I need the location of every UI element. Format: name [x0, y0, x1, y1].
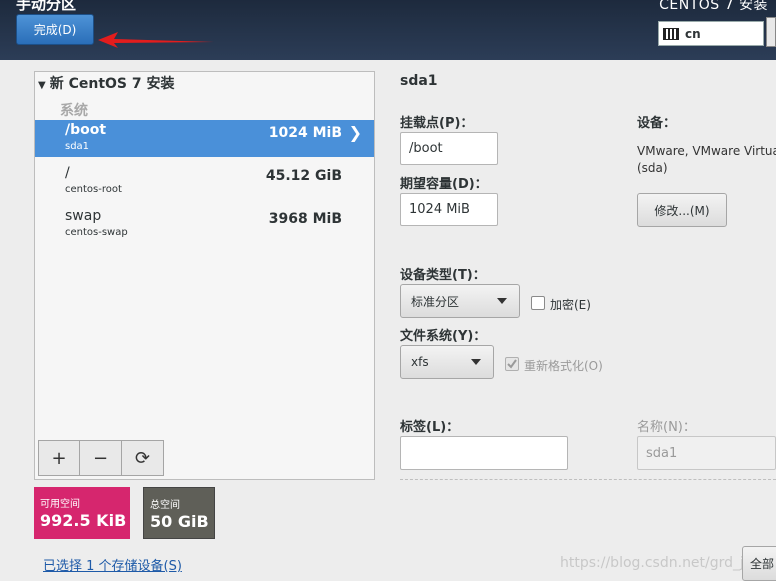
encrypt-checkbox[interactable] [531, 296, 545, 310]
watermark-text: https://blog.csdn.net/grd_java [560, 555, 770, 571]
device-name: VMware, VMware Virtua [637, 144, 776, 158]
remove-partition-button[interactable]: − [80, 440, 122, 476]
device-label: 设备： [637, 116, 677, 131]
reformat-label: 重新格式化(O) [524, 359, 603, 373]
tag-input[interactable] [400, 436, 568, 470]
reset-all-button[interactable]: 全部 [742, 546, 776, 581]
keyboard-layout-label: cn [685, 26, 701, 41]
dropdown-caret-icon [471, 359, 481, 365]
divider [400, 479, 776, 480]
partition-row-root[interactable]: / centos-root 45.12 GiB [35, 163, 374, 200]
mount-point-input[interactable]: /boot [400, 132, 498, 165]
partition-device: centos-root [65, 184, 122, 195]
partition-size: 3968 MiB [268, 211, 342, 227]
partition-toolbar: + − ⟳ [38, 440, 164, 476]
expander-triangle-icon[interactable]: ▼ [38, 80, 46, 91]
partition-mount: / [65, 165, 70, 181]
partition-size: 45.12 GiB [265, 168, 342, 184]
reformat-checkbox[interactable] [505, 357, 519, 371]
partition-mount: swap [65, 208, 102, 224]
partition-row-swap[interactable]: swap centos-swap 3968 MiB [35, 206, 374, 243]
total-space-label: 总空间 [150, 500, 180, 511]
total-space-value: 50 GiB [150, 512, 209, 531]
device-id: (sda) [637, 161, 668, 175]
add-partition-button[interactable]: + [38, 440, 80, 476]
partition-row-boot[interactable]: /boot sda1 1024 MiB ❯ [35, 120, 374, 157]
page-title: 手动分区 [16, 0, 77, 13]
chevron-right-icon: ❯ [348, 123, 362, 142]
capacity-input[interactable]: 1024 MiB [400, 193, 498, 226]
device-type-value: 标准分区 [411, 294, 460, 309]
device-type-select[interactable]: 标准分区 [400, 284, 520, 318]
annotation-arrow-icon [98, 32, 214, 48]
tree-root[interactable]: ▼ 新 CentOS 7 安装 [38, 73, 174, 93]
device-type-label: 设备类型(T)： [400, 268, 486, 283]
partition-device: centos-swap [65, 227, 128, 238]
keyboard-layout-indicator[interactable]: cn [658, 21, 764, 46]
tree-root-label: 新 CentOS 7 安装 [49, 76, 175, 92]
dropdown-caret-icon [497, 298, 507, 304]
done-button[interactable]: 完成(D) [16, 14, 94, 45]
encrypt-label: 加密(E) [550, 298, 591, 312]
keyboard-icon [663, 27, 679, 40]
device-description: VMware, VMware Virtua (sda) [637, 143, 776, 177]
modify-button[interactable]: 修改...(M) [637, 193, 727, 227]
product-title: CENTOS 7 安装 [659, 0, 768, 13]
mount-point-label: 挂载点(P)： [400, 116, 474, 131]
available-space-badge: 可用空间 992.5 KiB [34, 487, 130, 539]
filesystem-label: 文件系统(Y)： [400, 329, 487, 344]
tree-group-label: 系统 [60, 103, 88, 119]
header-bar: 手动分区 CENTOS 7 安装 完成(D) cn [0, 0, 776, 60]
help-button-edge[interactable] [766, 17, 776, 47]
details-title: sda1 [400, 73, 438, 89]
capacity-label: 期望容量(D)： [400, 177, 488, 192]
available-space-label: 可用空间 [40, 499, 80, 510]
available-space-value: 992.5 KiB [40, 511, 127, 530]
filesystem-value: xfs [411, 355, 429, 369]
total-space-badge: 总空间 50 GiB [143, 487, 215, 539]
selected-storage-link[interactable]: 已选择 1 个存储设备(S) [43, 555, 182, 574]
name-input[interactable]: sda1 [637, 436, 776, 470]
partition-mount: /boot [65, 122, 107, 138]
partition-size: 1024 MiB [268, 125, 342, 141]
tag-label: 标签(L)： [400, 420, 460, 435]
name-label: 名称(N)： [637, 420, 696, 435]
filesystem-select[interactable]: xfs [400, 345, 494, 379]
partition-device: sda1 [65, 141, 90, 152]
refresh-icon[interactable]: ⟳ [122, 440, 164, 476]
checkmark-icon [507, 359, 517, 369]
